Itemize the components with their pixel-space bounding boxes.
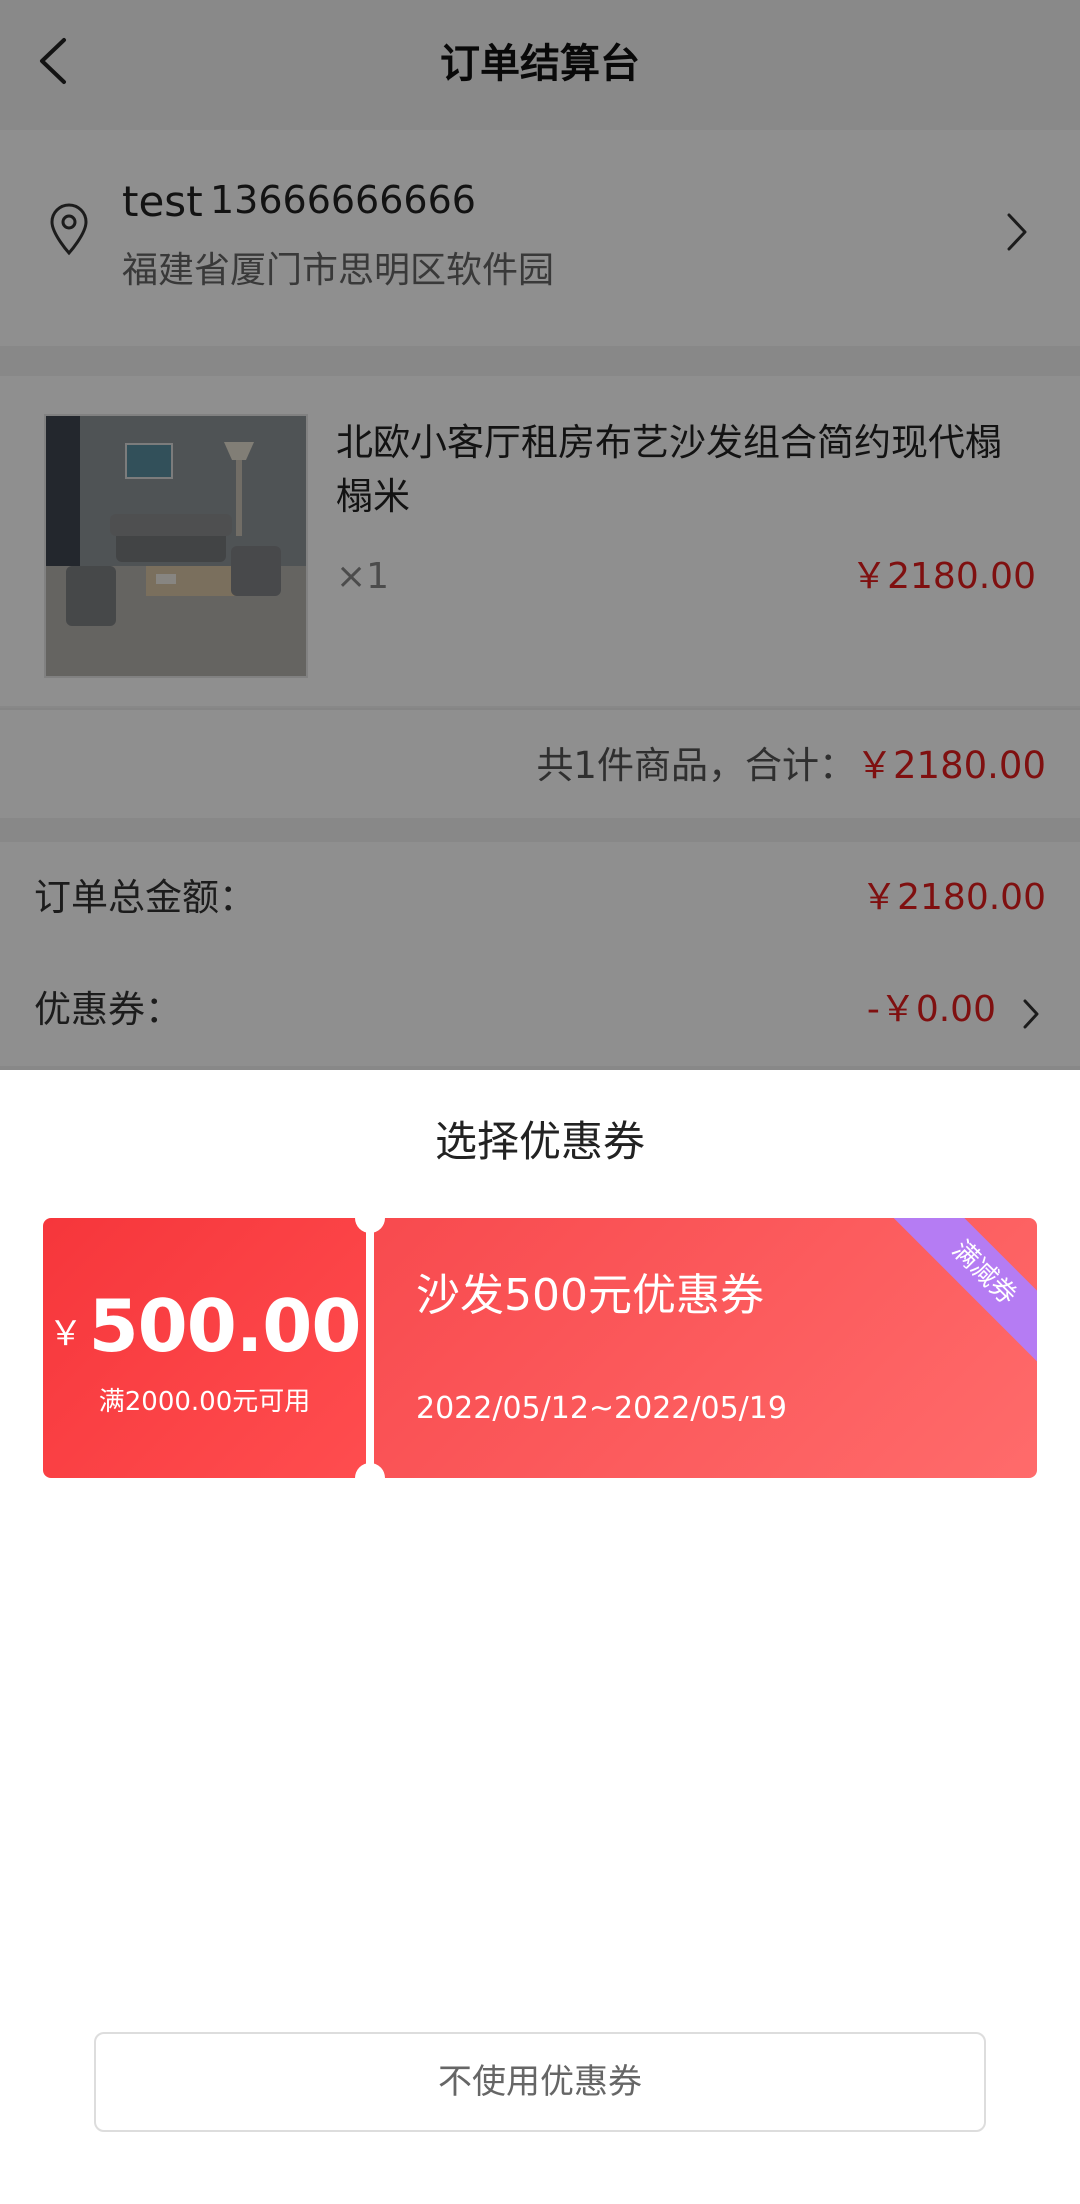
coupon-notch-bottom bbox=[355, 1463, 385, 1493]
coupon-dates: 2022/05/12~2022/05/19 bbox=[416, 1391, 787, 1426]
coupon-sheet: 选择优惠券 ￥500.00 满2000.00元可用 沙发500元优惠券 2022… bbox=[0, 1070, 1080, 2204]
coupon-value: 500.00 bbox=[88, 1284, 362, 1368]
coupon-amount-panel: ￥500.00 满2000.00元可用 bbox=[43, 1218, 366, 1478]
coupon-card[interactable]: ￥500.00 满2000.00元可用 沙发500元优惠券 2022/05/12… bbox=[43, 1203, 1037, 1493]
sheet-title: 选择优惠券 bbox=[434, 1117, 645, 1166]
coupon-currency: ￥ bbox=[48, 1314, 83, 1354]
coupon-info-panel: 沙发500元优惠券 2022/05/12~2022/05/19 满减券 bbox=[374, 1218, 1037, 1478]
coupon-condition: 满2000.00元可用 bbox=[98, 1387, 311, 1417]
coupon-type-tag: 满减券 bbox=[874, 1218, 1037, 1383]
no-coupon-button[interactable]: 不使用优惠券 bbox=[94, 2032, 986, 2132]
coupon-notch-top bbox=[355, 1203, 385, 1233]
coupon-name: 沙发500元优惠券 bbox=[416, 1270, 764, 1321]
coupon-amount: ￥500.00 bbox=[43, 1284, 366, 1368]
modal-overlay[interactable] bbox=[0, 0, 1080, 1070]
